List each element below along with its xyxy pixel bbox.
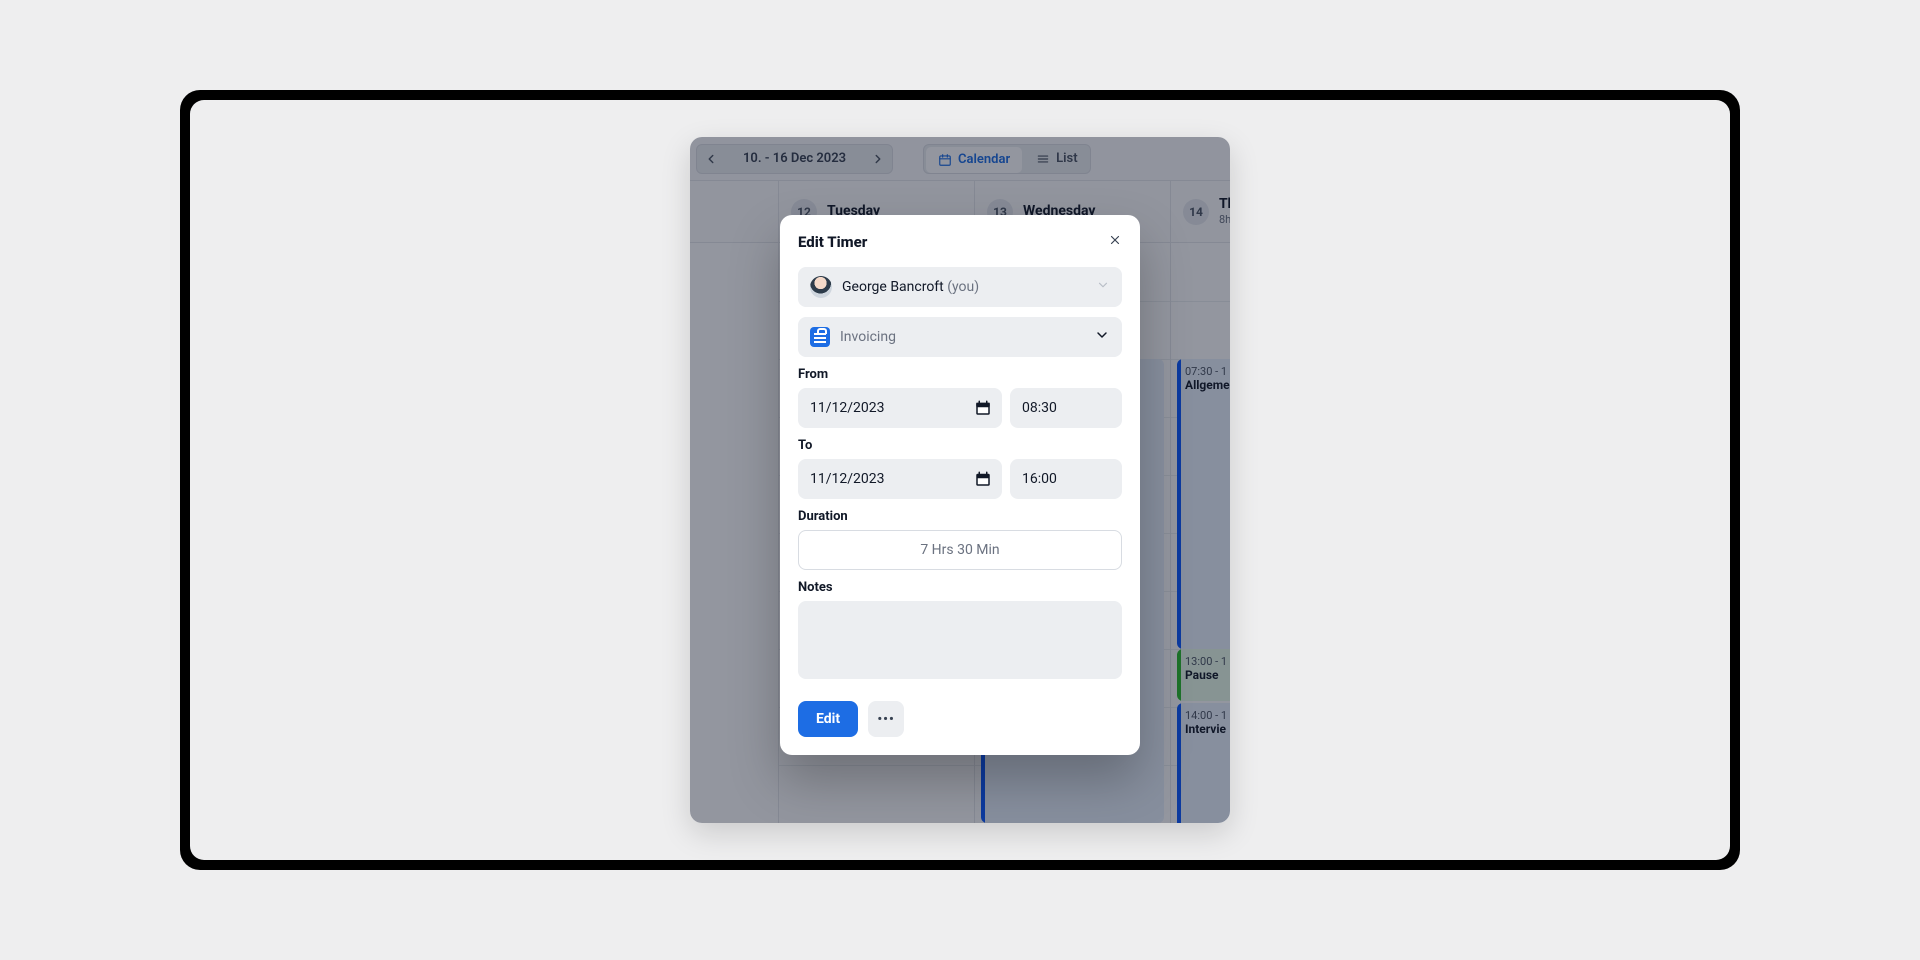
user-select[interactable]: George Bancroft (you) [798,267,1122,307]
calendar-icon [974,470,992,488]
edit-button[interactable]: Edit [798,701,858,737]
chevron-down-icon [1096,278,1110,296]
notes-label: Notes [798,580,1122,595]
close-icon [1108,233,1122,247]
notes-input[interactable] [798,601,1122,679]
chevron-down-icon [1094,327,1110,347]
modal-title: Edit Timer [798,233,1122,251]
close-button[interactable] [1104,229,1126,251]
ellipsis-icon: ••• [877,712,894,727]
task-label: Invoicing [840,329,896,345]
from-date-input[interactable]: 11/12/2023 [798,388,1002,428]
duration-display[interactable]: 7 Hrs 30 Min [798,530,1122,570]
user-suffix: (you) [944,279,979,295]
modal-scrim[interactable]: Edit Timer George Bancroft (you) Invoici… [690,137,1230,823]
calendar-icon [974,399,992,417]
to-date-input[interactable]: 11/12/2023 [798,459,1002,499]
avatar [810,276,832,298]
clipboard-icon [810,327,830,347]
duration-label: Duration [798,509,1122,524]
to-time-input[interactable]: 16:00 [1010,459,1122,499]
from-label: From [798,367,1122,382]
task-select[interactable]: Invoicing [798,317,1122,357]
more-actions-button[interactable]: ••• [868,701,904,737]
calendar-panel: 10. - 16 Dec 2023 Calendar List [690,137,1230,823]
to-label: To [798,438,1122,453]
from-time-input[interactable]: 08:30 [1010,388,1122,428]
user-name: George Bancroft [842,279,944,295]
edit-timer-modal: Edit Timer George Bancroft (you) Invoici… [780,215,1140,755]
